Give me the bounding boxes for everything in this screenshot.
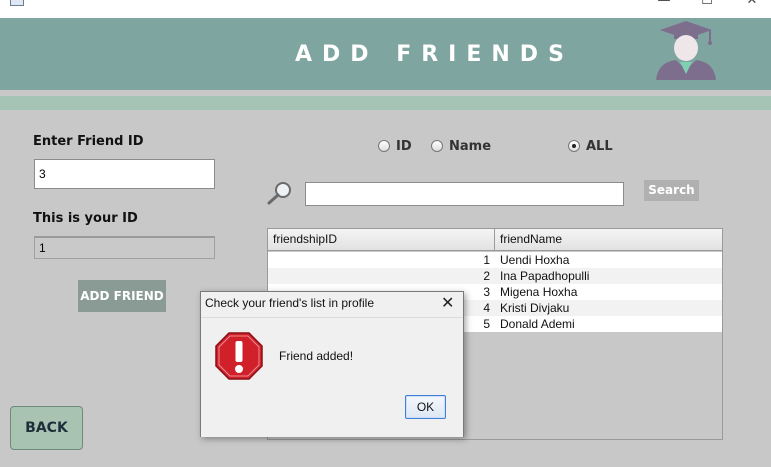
cell-friend-name: Ina Papadhopulli [500, 269, 590, 283]
message-dialog: Check your friend's list in profile ✕ Fr… [200, 291, 464, 437]
maximize-button[interactable]: ☐ [697, 0, 717, 9]
friend-id-label: Enter Friend ID [33, 134, 144, 149]
table-row[interactable]: 2 Ina Papadhopulli [268, 268, 722, 284]
cell-friendship-id: 1 [483, 253, 490, 267]
add-friend-button[interactable]: ADD FRIEND [78, 280, 166, 312]
column-header-friendship-id[interactable]: friendshipID [268, 229, 495, 250]
header-accent-band [0, 96, 771, 110]
magnifier-icon [267, 182, 291, 205]
ok-button[interactable]: OK [405, 395, 446, 419]
cell-friendship-id: 2 [483, 269, 490, 283]
radio-label: ALL [586, 138, 613, 154]
friend-id-input[interactable]: 3 [34, 159, 215, 189]
cell-friend-name: Uendi Hoxha [500, 253, 570, 267]
radio-circle[interactable] [378, 140, 390, 152]
page-title: ADD FRIENDS [295, 42, 574, 67]
table-row[interactable]: 1 Uendi Hoxha [268, 252, 722, 268]
back-button[interactable]: BACK [10, 406, 83, 450]
cell-friend-name: Donald Ademi [500, 317, 575, 331]
dialog-body: Friend added! OK [201, 317, 463, 437]
filter-id-radio[interactable]: ID [378, 137, 412, 155]
minimize-button[interactable]: — [654, 0, 674, 9]
dialog-message: Friend added! [279, 349, 354, 363]
close-window-button[interactable]: ✕ [742, 0, 762, 9]
radio-circle[interactable] [568, 140, 580, 152]
dialog-close-button[interactable]: ✕ [441, 293, 454, 312]
window-titlebar: — ☐ ✕ [0, 0, 771, 18]
table-header: friendshipID friendName [268, 229, 722, 251]
cell-friend-name: Migena Hoxha [500, 285, 578, 299]
search-button[interactable]: Search [644, 180, 699, 201]
radio-label: Name [449, 138, 492, 154]
dialog-title: Check your friend's list in profile [205, 296, 375, 310]
cell-friend-name: Kristi Divjaku [500, 301, 570, 315]
warning-icon [215, 332, 263, 380]
java-app-icon [10, 0, 24, 6]
your-id-label: This is your ID [33, 211, 138, 226]
your-id-field: 1 [34, 236, 215, 259]
radio-label: ID [396, 138, 412, 154]
search-input[interactable] [305, 182, 624, 206]
filter-name-radio[interactable]: Name [431, 137, 491, 155]
graduate-avatar-icon [656, 21, 716, 80]
column-header-friend-name[interactable]: friendName [495, 229, 722, 250]
filter-all-radio[interactable]: ALL [568, 137, 613, 155]
radio-circle[interactable] [431, 140, 443, 152]
